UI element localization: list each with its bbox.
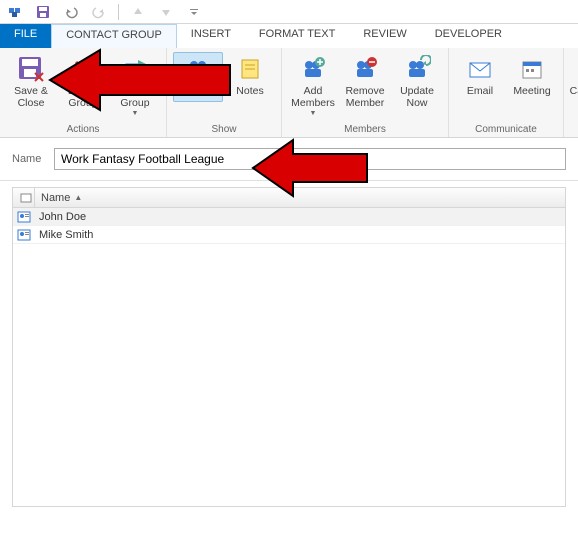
down-icon[interactable] (157, 3, 175, 21)
tab-contact-group[interactable]: CONTACT GROUP (51, 24, 177, 48)
remove-member-label: Remove Member (345, 86, 384, 109)
member-name: John Doe (35, 211, 565, 223)
chevron-down-icon: ▼ (310, 110, 317, 117)
meeting-icon (517, 54, 547, 84)
contact-icon (17, 211, 31, 223)
list-header-icon-col[interactable] (13, 188, 35, 207)
categorize-button[interactable]: Categorize ▼ (570, 52, 578, 108)
separator (118, 4, 119, 20)
forward-group-button[interactable]: Forward Group ▼ (110, 52, 160, 119)
contact-icon (17, 229, 31, 241)
group-icon[interactable] (6, 3, 24, 21)
email-icon (465, 54, 495, 84)
group-label-communicate: Communicate (455, 124, 557, 137)
list-row[interactable]: Mike Smith (13, 226, 565, 244)
email-button[interactable]: Email (455, 52, 505, 100)
delete-group-button[interactable]: Delete Group (58, 52, 108, 119)
ribbon-group-communicate: Email Meeting Communicate (449, 48, 564, 137)
email-label: Email (467, 86, 493, 98)
ribbon-group-tags: Categorize ▼ (564, 48, 578, 137)
forward-group-label: Forward Group (116, 86, 155, 109)
sort-asc-icon: ▲ (74, 193, 82, 202)
group-label-tags (570, 135, 578, 137)
meeting-button[interactable]: Meeting (507, 52, 557, 100)
ribbon-tabs: FILE CONTACT GROUP INSERT FORMAT TEXT RE… (0, 24, 578, 48)
members-label: Members (176, 87, 220, 99)
save-close-icon (16, 54, 46, 84)
notes-button[interactable]: Notes (225, 52, 275, 102)
update-now-icon (402, 54, 432, 84)
save-close-label: Save & Close (14, 86, 48, 109)
delete-icon (68, 54, 98, 84)
save-icon[interactable] (34, 3, 52, 21)
list-header: Name ▲ (13, 188, 565, 208)
delete-group-label: Delete Group (68, 86, 98, 109)
tab-developer[interactable]: DEVELOPER (421, 24, 516, 48)
add-members-label: Add Members (291, 86, 335, 109)
meeting-label: Meeting (513, 86, 550, 98)
remove-member-button[interactable]: Remove Member (340, 52, 390, 119)
ribbon-group-actions: Save & Close Delete Group Forward Group … (0, 48, 167, 137)
update-now-label: Update Now (400, 86, 434, 109)
group-label-actions: Actions (6, 124, 160, 137)
notes-label: Notes (236, 86, 263, 98)
redo-icon[interactable] (90, 3, 108, 21)
ribbon-group-show: Members Notes Show (167, 48, 282, 137)
list-row[interactable]: John Doe (13, 208, 565, 226)
add-members-button[interactable]: Add Members ▼ (288, 52, 338, 119)
quick-access-toolbar (0, 0, 578, 24)
list-header-name-col[interactable]: Name ▲ (35, 192, 565, 204)
tab-insert[interactable]: INSERT (177, 24, 245, 48)
customize-qat-icon[interactable] (185, 3, 203, 21)
name-row: Name (0, 138, 578, 181)
members-icon (183, 55, 213, 85)
tab-file[interactable]: FILE (0, 24, 51, 48)
ribbon-group-members: Add Members ▼ Remove Member Update Now M… (282, 48, 449, 137)
remove-member-icon (350, 54, 380, 84)
tab-review[interactable]: REVIEW (349, 24, 420, 48)
save-close-button[interactable]: Save & Close (6, 52, 56, 119)
member-list[interactable]: Name ▲ John Doe Mike Smith (12, 187, 566, 507)
chevron-down-icon: ▼ (132, 110, 139, 117)
add-members-icon (298, 54, 328, 84)
name-label: Name (12, 153, 54, 165)
update-now-button[interactable]: Update Now (392, 52, 442, 119)
undo-icon[interactable] (62, 3, 80, 21)
up-icon[interactable] (129, 3, 147, 21)
forward-icon (120, 54, 150, 84)
group-label-show: Show (173, 124, 275, 137)
categorize-label: Categorize (570, 86, 578, 98)
member-name: Mike Smith (35, 229, 565, 241)
ribbon: Save & Close Delete Group Forward Group … (0, 48, 578, 138)
members-button[interactable]: Members (173, 52, 223, 102)
group-name-input[interactable] (54, 148, 566, 170)
list-header-name-label: Name (41, 192, 70, 204)
group-label-members: Members (288, 124, 442, 137)
notes-icon (235, 54, 265, 84)
tab-format-text[interactable]: FORMAT TEXT (245, 24, 349, 48)
